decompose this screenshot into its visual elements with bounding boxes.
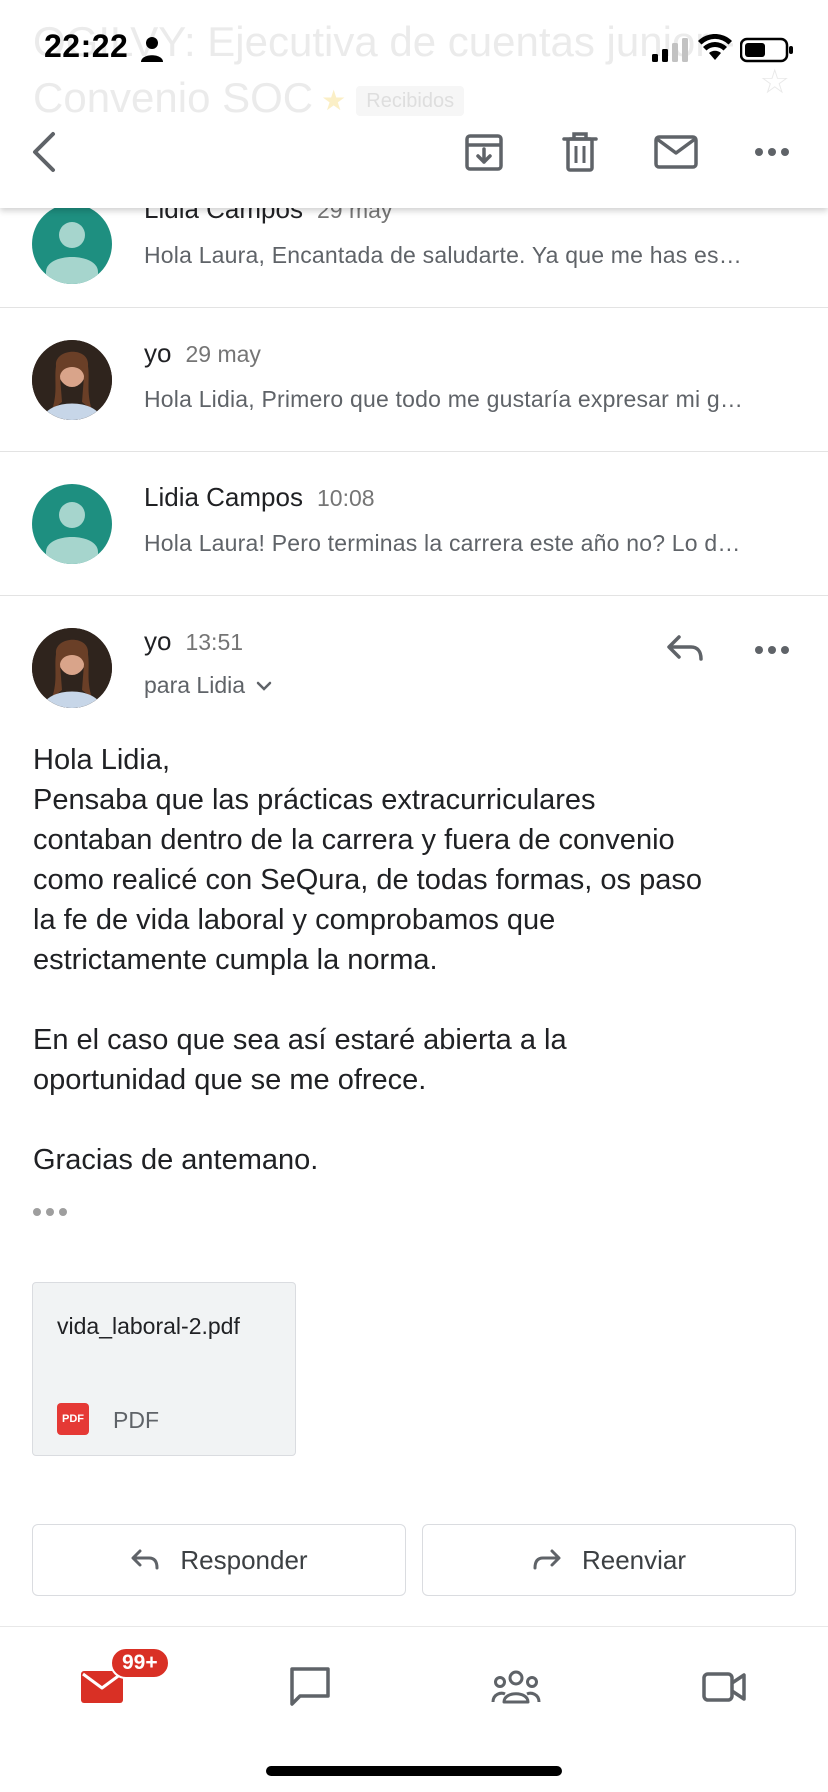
dot	[46, 1208, 54, 1216]
sender-name: Lidia Campos	[144, 482, 303, 512]
body-line: En el caso que sea así estaré abierta a …	[33, 1024, 567, 1056]
status-time: 22:22	[44, 28, 129, 64]
reply-icon	[667, 635, 703, 661]
user-photo-icon	[32, 628, 112, 708]
avatar	[32, 484, 112, 564]
star-icon: ☆	[759, 63, 790, 101]
important-star-icon: ★	[321, 84, 347, 116]
reply-label: Responder	[180, 1544, 308, 1575]
message-date: 10:08	[316, 485, 375, 511]
forward-label: Reenviar	[581, 1544, 687, 1575]
video-camera-icon	[702, 1672, 746, 1702]
more-horizontal-icon	[755, 148, 789, 156]
message-row[interactable]: Lidia Campos 10:08 Hola Laura! Pero termi…	[0, 452, 828, 596]
avatar	[32, 340, 112, 420]
home-indicator	[266, 1766, 562, 1776]
message-time: 13:51	[185, 629, 244, 655]
inbox-label: Recibidos	[356, 85, 465, 116]
message-snippet: Hola Laura, Encantada de saludarte. Ya q…	[144, 242, 742, 268]
archive-button[interactable]	[460, 128, 508, 176]
mail-icon	[654, 135, 698, 169]
tab-meet[interactable]	[676, 1657, 772, 1717]
unread-count-badge: 99+	[110, 1647, 170, 1679]
message-header: Lidia Campos 10:08	[144, 482, 375, 513]
attachment-card[interactable]: vida_laboral-2.pdf PDF PDF	[32, 1282, 296, 1456]
sender-name: yo	[144, 338, 172, 368]
avatar	[32, 204, 112, 284]
message-date: 29 may	[185, 341, 261, 367]
message-row[interactable]: yo 29 may Hola Lidia, Primero que todo me…	[0, 308, 828, 452]
person-status-icon	[141, 37, 163, 62]
email-subject-faded: OGILVY: Ejecutiva de cuentas junior - Co…	[33, 14, 813, 129]
pdf-badge-label: PDF	[62, 1413, 84, 1425]
avatar	[32, 628, 112, 708]
message-body: Hola Lidia, Pensaba que las prácticas ex…	[33, 740, 803, 1220]
message-header: yo 13:51	[144, 626, 243, 657]
archive-icon	[465, 134, 503, 171]
recipient-label: para Lidia	[144, 672, 246, 698]
dot	[33, 1208, 41, 1216]
delete-button[interactable]	[556, 128, 604, 176]
trash-icon	[562, 132, 598, 172]
battery-icon	[740, 37, 793, 63]
attachment-filename: vida_laboral-2.pdf	[57, 1313, 240, 1339]
reply-action-button[interactable]: Responder	[32, 1524, 406, 1596]
forward-action-button[interactable]: Reenviar	[422, 1524, 796, 1596]
chat-icon	[290, 1667, 330, 1706]
more-options-button[interactable]	[748, 128, 796, 176]
show-quoted-text-button[interactable]	[33, 1202, 71, 1222]
body-line: como realicé con SeQura, de todas formas…	[33, 864, 702, 896]
reply-button[interactable]	[660, 626, 710, 670]
message-header: yo 29 may	[144, 338, 261, 369]
forward-icon	[533, 1549, 561, 1570]
chevron-down-icon	[256, 681, 272, 691]
sender-name: yo	[144, 626, 172, 656]
tab-rooms[interactable]	[468, 1657, 564, 1717]
recipient-toggle[interactable]: para Lidia	[144, 672, 275, 699]
app-header: OGILVY: Ejecutiva de cuentas junior - Co…	[0, 0, 828, 208]
reply-icon	[131, 1549, 159, 1570]
cellular-signal-icon	[652, 38, 688, 62]
message-snippet: Hola Lidia, Primero que todo me gustaría…	[144, 386, 744, 412]
body-line: la fe de vida laboral y comprobamos que	[33, 904, 556, 936]
user-photo-icon	[32, 340, 112, 420]
body-line: contaban dentro de la carrera y fuera de…	[33, 824, 675, 856]
more-horizontal-icon	[755, 646, 789, 654]
body-line: oportunidad que se me ofrece.	[33, 1064, 427, 1096]
default-person-icon	[46, 222, 98, 284]
body-line: Pensaba que las prácticas extracurricula…	[33, 784, 596, 816]
default-person-icon	[46, 502, 98, 564]
message-more-button[interactable]	[748, 630, 796, 670]
body-line: Hola Lidia,	[33, 744, 171, 776]
back-arrow-icon	[33, 132, 55, 172]
back-button[interactable]	[20, 128, 68, 176]
tab-chat[interactable]	[262, 1657, 358, 1717]
dot	[59, 1208, 67, 1216]
attachment-type: PDF	[113, 1407, 159, 1433]
body-line: estrictamente cumpla la norma.	[33, 944, 438, 976]
body-line: Gracias de antemano.	[33, 1144, 319, 1176]
message-snippet: Hola Laura! Pero terminas la carrera est…	[144, 530, 741, 556]
wifi-icon	[698, 34, 732, 60]
pdf-file-icon: PDF	[57, 1403, 89, 1435]
mark-unread-button[interactable]	[652, 128, 700, 176]
rooms-icon	[491, 1670, 541, 1704]
expanded-message: yo 13:51 para Lidia Hola Lidia, Pensaba q…	[0, 596, 828, 1626]
